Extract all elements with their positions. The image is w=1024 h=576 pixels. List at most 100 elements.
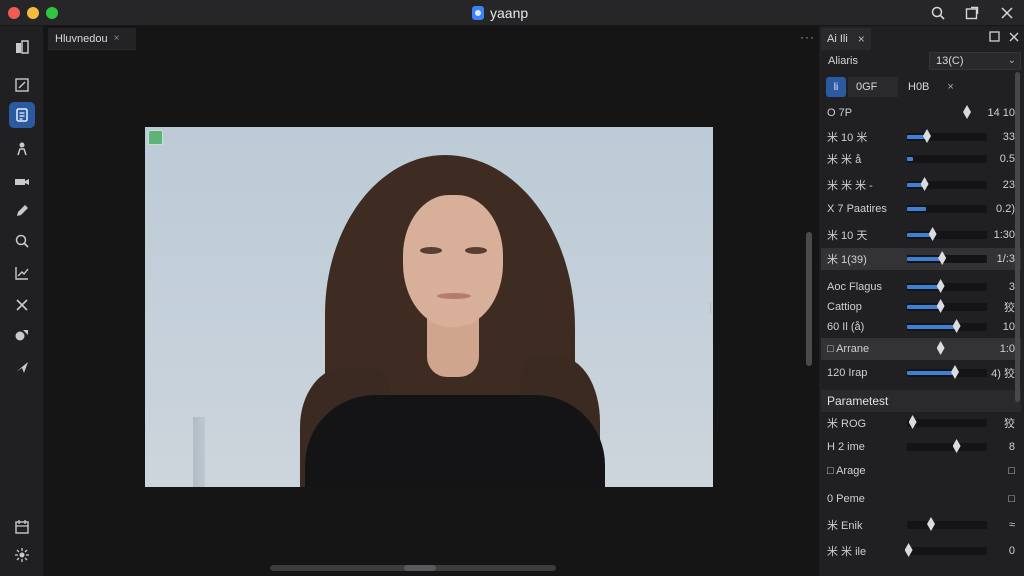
parameter-slider[interactable] [907, 467, 987, 475]
adjustment-slider[interactable] [907, 205, 987, 213]
adjustment-row[interactable]: Cattiop 狡 [821, 296, 1021, 318]
adjustment-slider[interactable] [907, 155, 987, 163]
parameter-slider[interactable] [907, 495, 987, 503]
canvas-vertical-scrollbar[interactable] [806, 232, 812, 366]
slider-thumb[interactable] [936, 341, 945, 355]
adjustment-row[interactable]: O 7P 14 10 [821, 102, 1021, 124]
adjustment-slider[interactable] [907, 365, 987, 379]
panel-tab[interactable]: Ai Ili × [821, 28, 871, 50]
close-window-button[interactable] [8, 7, 20, 19]
slider-thumb[interactable] [952, 439, 961, 453]
canvas-horizontal-scrollbar[interactable] [270, 565, 556, 571]
adjustment-value[interactable]: 10 [1003, 321, 1015, 333]
sub-tab-2[interactable]: H0B [908, 81, 929, 93]
adjustment-value[interactable]: 0.5 [1000, 153, 1015, 165]
adjustment-row[interactable]: □ Arrane 1:0 [821, 338, 1021, 360]
adjustment-value[interactable]: 33 [1003, 131, 1015, 143]
shapes-icon[interactable] [9, 322, 35, 348]
panel-scrollbar[interactable] [1015, 72, 1020, 402]
adjustment-row[interactable]: X 7 Paatires 0.2) [821, 198, 1021, 220]
send-icon[interactable] [9, 354, 35, 380]
adjustment-value[interactable]: 23 [1003, 179, 1015, 191]
slider-thumb[interactable] [938, 251, 947, 265]
layers-icon[interactable] [9, 34, 35, 60]
adjustment-value[interactable]: 狡 [1004, 299, 1015, 315]
panel-tab-close-icon[interactable]: × [858, 32, 865, 46]
adjustment-slider[interactable] [907, 251, 987, 265]
sub-tab-1[interactable]: 0GF [848, 77, 898, 97]
parameter-slider[interactable] [907, 415, 987, 429]
parameter-value[interactable]: ≈ [1009, 519, 1015, 531]
slider-thumb[interactable] [920, 177, 929, 191]
adjustment-slider[interactable] [907, 341, 987, 355]
adjustment-row[interactable]: 米 10 天 1:30 [821, 224, 1021, 246]
adjustment-slider[interactable] [907, 177, 987, 191]
parameter-row[interactable]: 0 Peme □ [821, 488, 1021, 510]
search-icon[interactable] [928, 3, 948, 23]
pencil-icon[interactable] [9, 198, 35, 224]
document-tab-close-icon[interactable]: × [114, 33, 120, 44]
parameter-row[interactable]: H 2 ime 8 [821, 436, 1021, 458]
slider-thumb[interactable] [951, 365, 959, 379]
adjustment-row[interactable]: 60 Il (å) 10 [821, 316, 1021, 338]
zoom-window-button[interactable] [46, 7, 58, 19]
parameter-value[interactable]: 狡 [1004, 415, 1015, 431]
adjustment-row[interactable]: Aoc Flagus 3 [821, 276, 1021, 298]
adjustment-slider[interactable] [907, 227, 987, 241]
panel-close-icon[interactable] [1009, 31, 1019, 45]
slider-thumb[interactable] [936, 299, 945, 313]
parameter-row[interactable]: □ Arage □ [821, 460, 1021, 482]
slider-thumb[interactable] [952, 319, 961, 333]
adjustment-slider[interactable] [907, 129, 987, 143]
adjustment-slider[interactable] [907, 279, 987, 293]
adjustment-row[interactable]: 米 1(39) 1/:3 [821, 248, 1021, 270]
slider-thumb[interactable] [936, 279, 945, 293]
parameter-value[interactable]: 0 [1009, 545, 1015, 557]
slider-thumb[interactable] [963, 105, 971, 119]
calendar-icon[interactable] [9, 514, 35, 540]
parameter-value[interactable]: □ [1008, 493, 1015, 505]
settings-icon[interactable] [9, 542, 35, 568]
parameter-row[interactable]: 米 ROG 狡 [821, 412, 1021, 434]
photo-canvas[interactable] [145, 127, 713, 487]
sub-tab-close-icon[interactable]: × [947, 81, 953, 93]
parameter-value[interactable]: □ [1008, 465, 1015, 477]
slider-thumb[interactable] [928, 227, 937, 241]
document-tab[interactable]: Hluvnedou × [48, 28, 136, 50]
panel-window-icon[interactable] [989, 31, 1000, 45]
adjustment-slider[interactable] [907, 319, 987, 333]
adjustment-value[interactable]: 1:0 [1000, 343, 1015, 355]
image-badge-icon[interactable] [148, 130, 163, 145]
search-zoom-icon[interactable] [9, 228, 35, 254]
camera-icon[interactable] [9, 168, 35, 194]
slider-thumb[interactable] [904, 543, 913, 557]
adjustment-slider[interactable] [907, 299, 987, 313]
close-icon[interactable] [997, 3, 1017, 23]
adjustment-value[interactable]: 1/:3 [997, 253, 1015, 265]
parameter-row[interactable]: 米 米 ile 0 [821, 540, 1021, 562]
canvas-more-icon[interactable]: ··· [800, 30, 815, 44]
person-icon[interactable] [9, 136, 35, 162]
parameter-slider[interactable] [907, 439, 987, 453]
adjustment-row[interactable]: 120 Irap 4) 狡 [821, 362, 1021, 384]
parameter-row[interactable]: 米 Enik ≈ [821, 514, 1021, 536]
chart-icon[interactable] [9, 260, 35, 286]
adjustment-row[interactable]: 米 米 å 0.5 [821, 148, 1021, 170]
adjustment-value[interactable]: 1:30 [994, 229, 1015, 241]
slider-thumb[interactable] [908, 415, 917, 429]
parameter-slider[interactable] [907, 517, 987, 531]
slider-thumb[interactable] [927, 517, 935, 531]
expand-icon[interactable] [962, 3, 982, 23]
adjustment-value[interactable]: 14 10 [987, 107, 1015, 119]
parameter-value[interactable]: 8 [1009, 441, 1015, 453]
adjustment-row[interactable]: 米 米 米 - 23 [821, 174, 1021, 196]
slider-thumb[interactable] [923, 129, 931, 143]
minimize-window-button[interactable] [27, 7, 39, 19]
adjustment-slider[interactable] [907, 105, 987, 119]
adjust-icon[interactable]: li [826, 77, 846, 97]
frame-icon[interactable] [9, 72, 35, 98]
preset-select[interactable]: 13(C) ⌄ [929, 52, 1021, 70]
adjustment-value[interactable]: 0.2) [996, 203, 1015, 215]
adjustment-row[interactable]: 米 10 米 33 [821, 126, 1021, 148]
adjustment-value[interactable]: 4) 狡 [991, 365, 1015, 381]
